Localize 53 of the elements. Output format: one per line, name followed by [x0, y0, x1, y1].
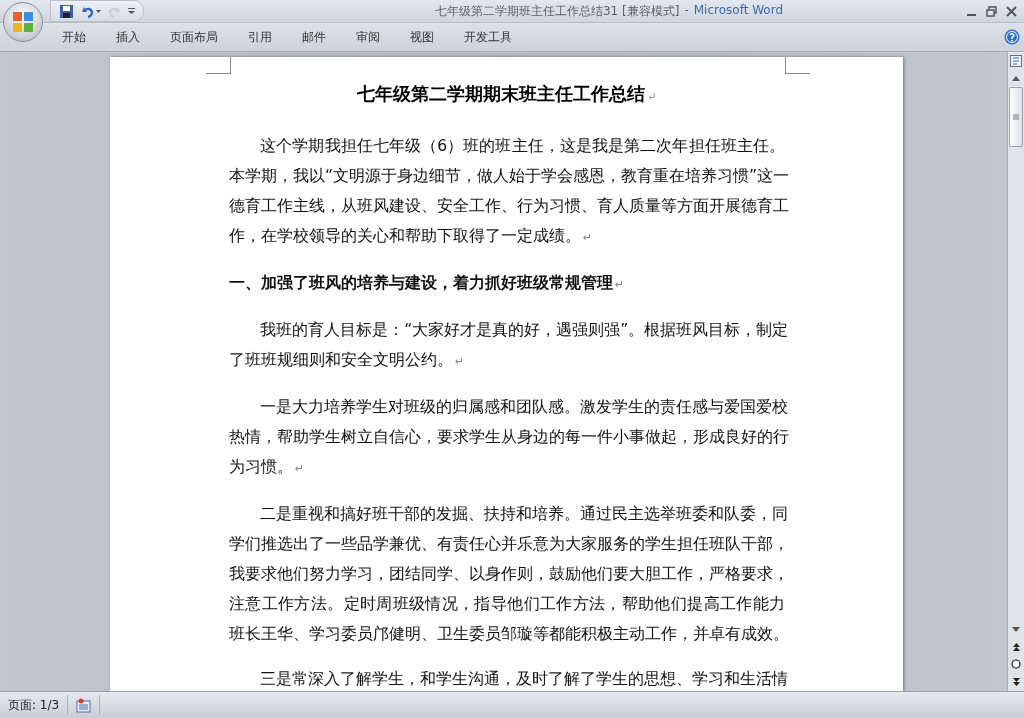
save-button[interactable] — [59, 3, 74, 19]
restore-icon — [985, 5, 997, 17]
double-up-arrow-icon — [1011, 641, 1021, 651]
text-line: 我要求他们努力学习，团结同学、以身作则，鼓励他们要大胆工作，严格要求， — [229, 564, 785, 585]
ruler-button[interactable] — [1008, 52, 1024, 70]
text-line: 注意工作方法。定时周班级情况，指导他们工作方法，帮助他们提高工作能力 — [229, 594, 785, 615]
page-indicator: 页面: 1/3 — [0, 695, 69, 715]
scroll-thumb[interactable] — [1009, 87, 1023, 147]
ribbon-tab[interactable]: 视图 — [398, 25, 446, 49]
ribbon-tab[interactable]: 开始 — [50, 25, 98, 49]
double-down-arrow-icon — [1011, 677, 1021, 687]
document-title: 七年级第二学期期末班主任工作总结↵ — [356, 83, 658, 106]
ribbon-tab[interactable]: 插入 — [104, 25, 152, 49]
text-line: 学们推选出了一些品学兼优、有责任心并乐意为大家服务的学生担任班队干部， — [229, 534, 785, 555]
logo-icon — [12, 11, 34, 33]
paragraph-mark: ↵ — [455, 355, 465, 368]
restore-button[interactable] — [984, 4, 998, 18]
ribbon-tab[interactable]: 引用 — [236, 25, 284, 49]
text-line: 了班班规细则和安全文明公约。↵ — [229, 350, 466, 371]
text-line: 为习惯。↵ — [229, 457, 306, 478]
ribbon-tab[interactable]: 邮件 — [290, 25, 338, 49]
crop-mark — [206, 57, 231, 74]
text-line: 作，在学校领导的关心和帮助下取得了一定成绩。↵ — [229, 226, 594, 247]
help-icon — [1004, 29, 1020, 45]
ribbon-tab[interactable]: 审阅 — [344, 25, 392, 49]
save-icon — [59, 3, 74, 19]
text-line: 一是大力培养学生对班级的归属感和团队感。激发学生的责任感与爱国爱校 — [259, 397, 785, 418]
paragraph-mark: ↵ — [583, 231, 593, 244]
paragraph-mark: ↵ — [295, 462, 305, 475]
caret-icon — [128, 8, 135, 14]
circle-icon — [1011, 659, 1021, 669]
help-button[interactable] — [1004, 29, 1020, 45]
office-button[interactable] — [3, 2, 43, 42]
down-arrow-icon — [1011, 625, 1021, 633]
title-separator: - — [684, 2, 689, 19]
close-icon — [1005, 5, 1017, 17]
crop-mark — [785, 57, 810, 74]
document-icon — [76, 697, 92, 713]
text-line: 这个学期我担任七年级（6）班的班主任，这是我是第二次年担任班主任。 — [259, 136, 785, 157]
up-arrow-icon — [1011, 74, 1021, 82]
text-line: 我班的育人目标是：“大家好才是真的好，遇强则强”。根据班风目标，制定 — [259, 320, 785, 341]
window-title: 七年级第二学期班主任工作总结31 [兼容模式] — [434, 2, 680, 20]
text-line: 二是重视和搞好班干部的发掘、扶持和培养。通过民主选举班委和队委，同 — [259, 504, 785, 525]
ribbon-tab[interactable]: 页面布局 — [158, 25, 230, 49]
ribbon-tab[interactable]: 开发工具 — [452, 25, 524, 49]
close-button[interactable] — [1004, 4, 1018, 18]
caret-icon — [96, 9, 101, 13]
section-heading: 一、加强了班风的培养与建设，着力抓好班级常规管理↵ — [229, 273, 626, 294]
text-line: 班长王华、学习委员邝健明、卫生委员邹璇等都能积极主动工作，并卓有成效。 — [229, 624, 785, 645]
paragraph-mark: ↵ — [647, 90, 657, 103]
app-name: Microsoft Word — [693, 2, 784, 19]
paragraph-mark: ↵ — [615, 278, 625, 291]
minimize-icon — [966, 14, 976, 16]
